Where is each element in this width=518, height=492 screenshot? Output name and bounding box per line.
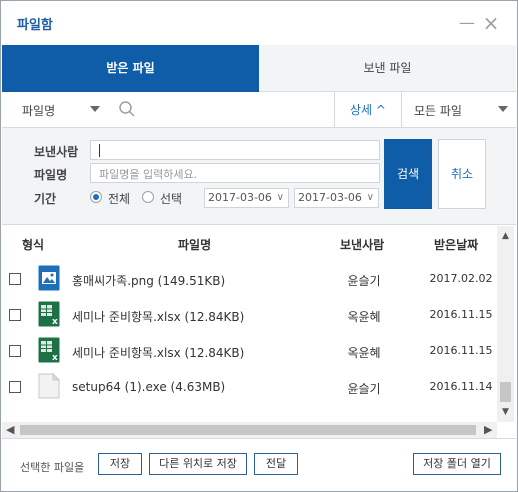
vertical-scroll-thumb[interactable]: [500, 382, 511, 402]
text-caret: [99, 144, 100, 157]
file-sender: 윤슬기: [347, 382, 381, 396]
search-button[interactable]: 검색: [384, 139, 432, 209]
search-input[interactable]: [142, 98, 327, 122]
tab-sent-files[interactable]: 보낸 파일: [259, 45, 516, 92]
close-button[interactable]: ×: [481, 13, 501, 33]
minimize-button[interactable]: —: [457, 13, 477, 33]
forward-button[interactable]: 전달: [254, 453, 298, 475]
filename-placeholder: 파일명을 입력하세요.: [99, 168, 198, 181]
search-field-label: 파일명: [22, 104, 56, 118]
search-field-select[interactable]: 파일명: [22, 102, 100, 119]
file-sender: 옥윤혜: [347, 310, 381, 324]
column-name[interactable]: 파일명: [178, 236, 211, 253]
search-icon: [118, 100, 136, 118]
svg-text:x: x: [52, 353, 58, 363]
table-row[interactable]: 홍매씨가족.png (149.51KB) 윤슬기 2017.02.02: [2, 261, 497, 297]
file-box-window: 파일함 — × 받은 파일 보낸 파일 파일명 상세 ^ 모든 파일 보낸사람: [0, 0, 518, 492]
svg-text:x: x: [52, 317, 58, 327]
file-sender: 윤슬기: [347, 274, 381, 288]
scroll-down-arrow-icon[interactable]: ▼: [497, 406, 514, 418]
title-bar: 파일함 — ×: [1, 1, 517, 45]
filter-bar: 파일명 상세 ^ 모든 파일: [2, 92, 516, 128]
open-save-folder-button[interactable]: 저장 폴더 열기: [413, 453, 501, 475]
radio-all-label: 전체: [108, 192, 131, 206]
tab-received-files[interactable]: 받은 파일: [2, 45, 259, 92]
horizontal-scrollbar[interactable]: ◀ ▶: [2, 422, 497, 438]
save-button[interactable]: 저장: [98, 453, 142, 475]
detail-label: 상세 ^: [350, 103, 386, 117]
table-header: 형식 파일명 보낸사람 받은날짜: [2, 226, 497, 262]
column-date[interactable]: 받은날짜: [434, 236, 478, 253]
selected-files-label: 선택한 파일을: [20, 461, 85, 474]
file-name: 세미나 준비항목.xlsx (12.84KB): [72, 310, 245, 324]
file-list: 형식 파일명 보낸사람 받은날짜 홍매씨가족.png (149.51KB) 윤슬…: [2, 226, 516, 438]
chevron-down-icon: ∨: [366, 192, 374, 203]
cancel-button[interactable]: 취소: [438, 139, 486, 209]
row-checkbox[interactable]: [9, 381, 21, 393]
file-date: 2016.11.15: [429, 308, 493, 321]
file-name: setup64 (1).exe (4.63MB): [72, 380, 226, 394]
file-date: 2016.11.14: [429, 380, 493, 393]
column-sender[interactable]: 보낸사람: [340, 236, 384, 253]
table-row[interactable]: x 세미나 준비항목.xlsx (12.84KB) 옥윤혜 2016.11.15: [2, 297, 497, 333]
radio-select[interactable]: [142, 191, 154, 203]
file-date: 2016.11.15: [429, 344, 493, 357]
horizontal-scroll-thumb[interactable]: [20, 425, 476, 435]
radio-select-label: 선택: [160, 192, 183, 206]
filename-input[interactable]: 파일명을 입력하세요.: [90, 163, 380, 183]
chevron-down-icon: ∨: [276, 192, 284, 203]
divider: [401, 92, 402, 128]
footer-bar: 선택한 파일을 저장 다른 위치로 저장 전달 저장 폴더 열기: [2, 438, 516, 491]
table-row[interactable]: x 세미나 준비항목.xlsx (12.84KB) 옥윤혜 2016.11.15: [2, 333, 497, 369]
file-sender: 옥윤혜: [347, 346, 381, 360]
sender-input[interactable]: [90, 140, 380, 160]
chevron-down-icon: [498, 106, 508, 112]
detail-search-toggle[interactable]: 상세 ^: [335, 92, 401, 128]
file-name: 세미나 준비항목.xlsx (12.84KB): [72, 346, 245, 360]
tab-bar: 받은 파일 보낸 파일: [2, 45, 516, 92]
column-type[interactable]: 형식: [22, 236, 44, 253]
date-from-picker[interactable]: 2017-03-06 ∨: [204, 188, 289, 208]
excel-file-icon: x: [38, 337, 60, 363]
file-name: 홍매씨가족.png (149.51KB): [72, 274, 226, 288]
file-type-select[interactable]: 모든 파일: [414, 102, 508, 119]
date-to-value: 2017-03-06: [298, 191, 362, 204]
vertical-scrollbar[interactable]: ▲ ▼: [497, 226, 514, 422]
window-title: 파일함: [17, 18, 53, 33]
filename-label: 파일명: [34, 168, 68, 182]
row-checkbox[interactable]: [9, 273, 21, 285]
period-label: 기간: [34, 192, 57, 206]
file-type-label: 모든 파일: [414, 104, 462, 118]
scroll-right-arrow-icon[interactable]: ▶: [484, 423, 496, 437]
radio-all[interactable]: [90, 191, 102, 203]
save-as-button[interactable]: 다른 위치로 저장: [149, 453, 247, 475]
sender-label: 보낸사람: [34, 145, 79, 159]
chevron-down-icon: [90, 106, 100, 112]
scroll-up-arrow-icon[interactable]: ▲: [497, 230, 514, 242]
image-file-icon: [38, 265, 60, 291]
scroll-left-arrow-icon[interactable]: ◀: [6, 423, 18, 437]
generic-file-icon: [38, 372, 61, 399]
row-checkbox[interactable]: [9, 309, 21, 321]
detail-search-panel: 보낸사람 파일명 파일명을 입력하세요. 기간 전체 선택 2017-03-06…: [2, 128, 516, 225]
date-to-picker[interactable]: 2017-03-06 ∨: [294, 188, 379, 208]
row-checkbox[interactable]: [9, 345, 21, 357]
file-date: 2017.02.02: [429, 272, 493, 285]
table-row[interactable]: setup64 (1).exe (4.63MB) 윤슬기 2016.11.14: [2, 369, 497, 405]
date-from-value: 2017-03-06: [208, 191, 272, 204]
excel-file-icon: x: [38, 301, 60, 327]
